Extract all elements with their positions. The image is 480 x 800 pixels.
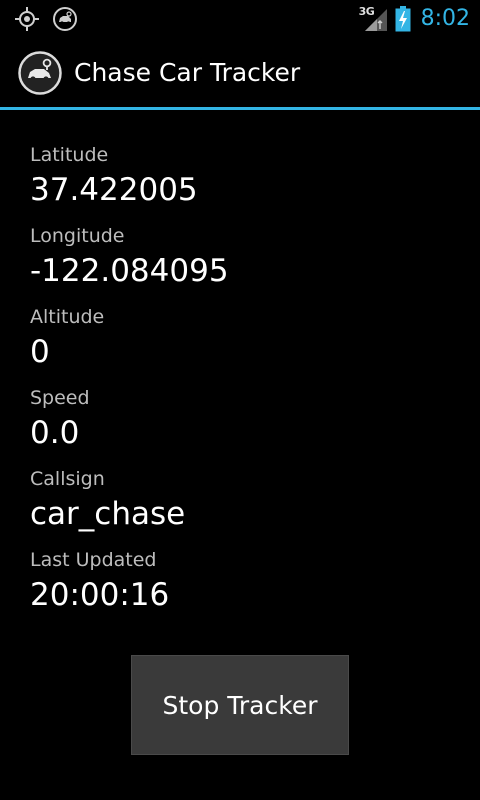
longitude-label: Longitude: [30, 225, 125, 247]
notification-icons: [14, 6, 78, 32]
longitude-value: -122.084095: [30, 253, 229, 289]
action-bar: Chase Car Tracker: [0, 38, 480, 107]
car-tracker-app-icon[interactable]: [18, 51, 62, 95]
latitude-label: Latitude: [30, 144, 109, 166]
tracker-info-panel: Latitude 37.422005 Longitude -122.084095…: [30, 140, 460, 626]
callsign-value: car_chase: [30, 496, 186, 532]
app-title: Chase Car Tracker: [74, 58, 301, 87]
callsign-label: Callsign: [30, 468, 105, 490]
signal-strength-icon: [364, 9, 387, 31]
car-tracker-notification-icon: [53, 7, 77, 31]
longitude-field: Longitude -122.084095: [30, 221, 460, 293]
last-updated-value: 20:00:16: [30, 577, 170, 613]
speed-label: Speed: [30, 387, 90, 409]
last-updated-field: Last Updated 20:00:16: [30, 545, 460, 617]
latitude-value: 37.422005: [30, 172, 198, 208]
action-bar-divider: [0, 107, 480, 110]
speed-value: 0.0: [30, 415, 80, 451]
stop-tracker-button[interactable]: Stop Tracker: [131, 655, 349, 755]
status-bar: 3G 8:02: [0, 0, 480, 38]
speed-field: Speed 0.0: [30, 383, 460, 455]
system-status: 3G 8:02: [359, 4, 470, 34]
status-clock: 8:02: [420, 6, 470, 31]
latitude-field: Latitude 37.422005: [30, 140, 460, 212]
callsign-field: Callsign car_chase: [30, 464, 460, 536]
altitude-value: 0: [30, 334, 50, 370]
network-signal: 3G: [359, 5, 389, 33]
battery-charging-icon: [395, 6, 411, 32]
last-updated-label: Last Updated: [30, 549, 157, 571]
altitude-field: Altitude 0: [30, 302, 460, 374]
altitude-label: Altitude: [30, 306, 105, 328]
gps-icon: [15, 7, 39, 31]
app-screen: 3G 8:02 Chase Car Tracker Latitude 37.42…: [0, 0, 480, 800]
